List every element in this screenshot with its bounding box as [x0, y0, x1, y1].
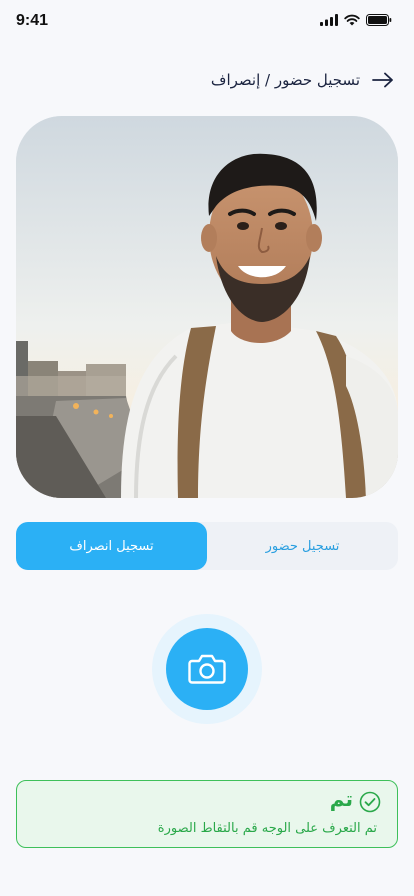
cellular-signal-icon — [320, 14, 338, 26]
battery-icon — [366, 14, 392, 26]
alert-title: تم — [329, 787, 353, 811]
capture-photo-button[interactable] — [166, 628, 248, 710]
selfie-photo — [16, 116, 398, 498]
check-circle-icon — [359, 791, 381, 813]
status-bar: 9:41 — [0, 0, 414, 44]
camera-icon — [188, 654, 226, 684]
arrow-right-icon[interactable] — [372, 72, 394, 88]
status-icons — [320, 14, 392, 26]
status-time: 9:41 — [16, 12, 49, 29]
success-alert: تم تم التعرف على الوجه قم بالتقاط الصورة — [16, 780, 398, 848]
alert-message: تم التعرف على الوجه قم بالتقاط الصورة — [157, 821, 377, 836]
tab-check-in[interactable]: تسجيل حضور — [207, 522, 398, 570]
tab-check-out[interactable]: تسجيل انصراف — [16, 522, 207, 570]
wifi-icon — [344, 14, 360, 26]
page-title: تسجيل حضور / إنصراف — [210, 71, 360, 89]
attendance-toggle: تسجيل انصراف تسجيل حضور — [16, 522, 398, 570]
page-header: تسجيل حضور / إنصراف — [211, 66, 394, 94]
